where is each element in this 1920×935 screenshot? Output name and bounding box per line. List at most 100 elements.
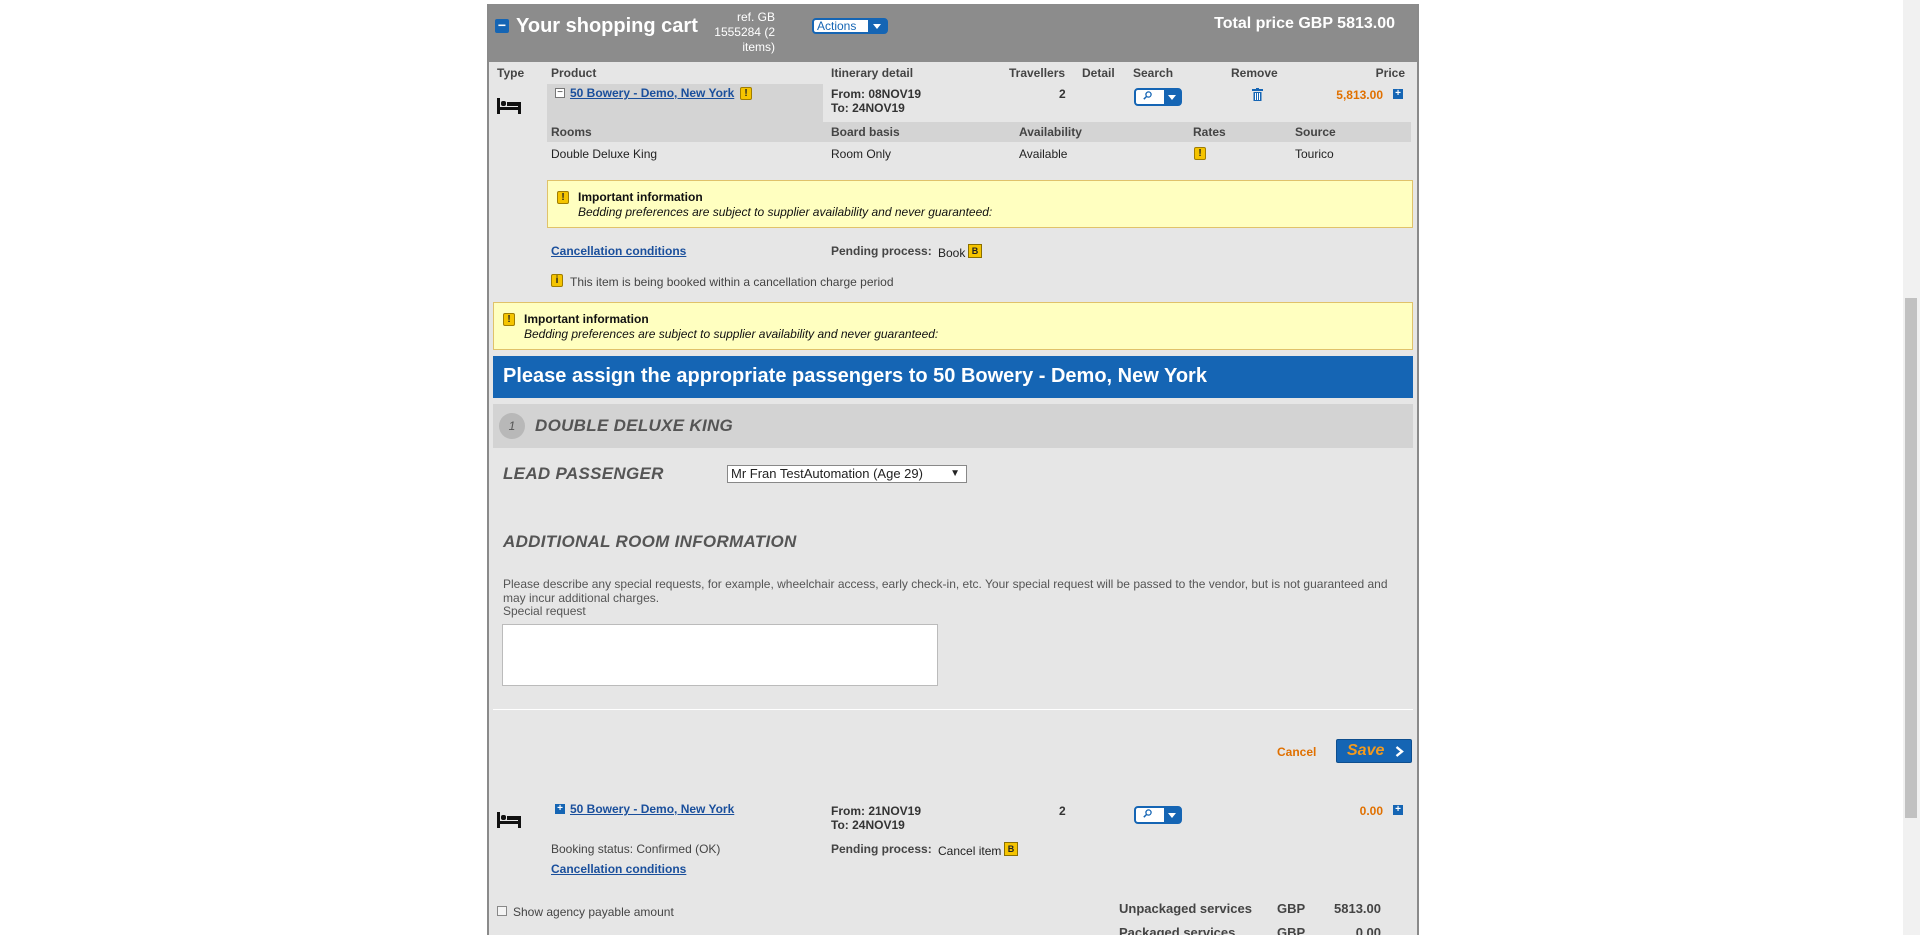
collapse-cart-icon[interactable]: − xyxy=(495,18,509,33)
actions-label: Actions xyxy=(817,19,857,33)
item2-pending-value: Cancel item xyxy=(938,844,1002,858)
room-name: Double Deluxe King xyxy=(551,147,658,161)
col-price: Price xyxy=(1375,66,1405,80)
item2-from: From: 21NOV19 xyxy=(831,804,922,818)
cart-reference: ref. GB 1555284 (2 items) xyxy=(685,10,775,55)
item2-product-link[interactable]: 50 Bowery - Demo, New York xyxy=(570,802,734,816)
item2-to: To: 24NOV19 xyxy=(831,818,905,832)
warning-icon: ! xyxy=(503,313,515,326)
save-button[interactable]: Save xyxy=(1336,739,1412,763)
item1-product-link[interactable]: 50 Bowery - Demo, New York xyxy=(570,86,734,100)
assign-title: Please assign the appropriate passengers… xyxy=(503,365,1207,387)
room-availability: Available xyxy=(1019,147,1068,161)
bed-icon xyxy=(497,812,521,828)
total-price: Total price GBP 5813.00 xyxy=(1214,15,1395,32)
ref-line-2: 1555284 (2 xyxy=(714,25,775,39)
packaged-label: Packaged services xyxy=(1119,925,1236,935)
item1-from: From: 08NOV19 xyxy=(831,87,922,101)
lead-passenger-label: LEAD PASSENGER xyxy=(503,464,664,483)
save-label: Save xyxy=(1347,742,1385,759)
rooms-header-row xyxy=(547,122,1411,142)
ref-line-1: ref. GB xyxy=(736,10,775,24)
agency-payable-checkbox[interactable] xyxy=(497,906,507,916)
item1-pending-label: Pending process: xyxy=(831,244,932,258)
col-product: Product xyxy=(551,66,597,80)
item2-price: 0.00 xyxy=(1359,804,1383,818)
shopping-cart-panel: − Your shopping cart ref. GB 1555284 (2 … xyxy=(487,4,1419,935)
important-info-note-2: ! Important information Bedding preferen… xyxy=(493,302,1413,350)
expand-price-icon[interactable]: + xyxy=(1393,805,1403,815)
collapse-item-icon[interactable]: − xyxy=(555,88,565,98)
item1-cancellation-link[interactable]: Cancellation conditions xyxy=(551,244,686,258)
divider xyxy=(493,709,1413,710)
rooms-col-availability: Availability xyxy=(1019,125,1082,139)
actions-dropdown[interactable]: Actions xyxy=(812,18,888,34)
agency-payable-label: Show agency payable amount xyxy=(513,905,674,919)
scrollbar-thumb[interactable] xyxy=(1905,298,1917,818)
room-type-heading: DOUBLE DELUXE KING xyxy=(535,416,734,435)
col-itinerary: Itinerary detail xyxy=(831,66,914,80)
lead-passenger-select[interactable]: Mr Fran TestAutomation (Age 29) ▼ xyxy=(727,465,967,483)
packaged-value: 0.00 xyxy=(1355,925,1381,935)
warning-icon: ! xyxy=(740,87,752,100)
special-request-label: Special request xyxy=(503,604,586,618)
special-request-textarea[interactable] xyxy=(502,624,938,686)
cart-header: − Your shopping cart ref. GB 1555284 (2 … xyxy=(489,4,1417,62)
important-info-note: ! Important information Bedding preferen… xyxy=(547,180,1413,228)
booking-process-icon: B xyxy=(1004,842,1018,856)
page-scrollbar[interactable] xyxy=(1903,0,1920,935)
item1-search-button[interactable] xyxy=(1134,88,1182,106)
note2-title: Important information xyxy=(524,312,649,326)
special-request-desc-2: may incur additional charges. xyxy=(503,591,660,605)
dropdown-arrow-icon: ▼ xyxy=(950,468,960,479)
note2-text: Bedding preferences are subject to suppl… xyxy=(524,327,939,341)
col-type: Type xyxy=(497,66,525,80)
chevron-down-icon xyxy=(1164,808,1180,822)
chevron-right-icon xyxy=(1395,746,1404,757)
item1-price: 5,813.00 xyxy=(1336,88,1383,102)
bed-icon xyxy=(497,98,521,114)
item2-search-button[interactable] xyxy=(1134,806,1182,824)
assign-passengers-banner: Please assign the appropriate passengers… xyxy=(493,356,1413,398)
item2-booking-status: Booking status: Confirmed (OK) xyxy=(551,842,721,856)
charge-period-note: This item is being booked within a cance… xyxy=(570,275,894,289)
expand-price-icon[interactable]: + xyxy=(1393,89,1403,99)
room-source: Tourico xyxy=(1295,147,1334,161)
expand-item-icon[interactable]: + xyxy=(555,804,565,814)
item1-travellers: 2 xyxy=(1059,87,1066,101)
note-text: Bedding preferences are subject to suppl… xyxy=(578,205,993,219)
ref-line-3: items) xyxy=(742,40,775,54)
cancel-button[interactable]: Cancel xyxy=(1277,745,1316,759)
additional-room-info-heading: ADDITIONAL ROOM INFORMATION xyxy=(503,532,797,551)
item2-pending-label: Pending process: xyxy=(831,842,932,856)
warning-icon: ! xyxy=(557,191,569,204)
trash-icon[interactable] xyxy=(1252,88,1263,101)
rooms-col-rates: Rates xyxy=(1193,125,1226,139)
item1-to: To: 24NOV19 xyxy=(831,101,905,115)
chevron-down-icon xyxy=(868,20,886,32)
room-board: Room Only xyxy=(831,147,892,161)
packaged-currency: GBP xyxy=(1277,925,1306,935)
chevron-down-icon xyxy=(1164,90,1180,104)
col-search: Search xyxy=(1133,66,1174,80)
item2-travellers: 2 xyxy=(1059,804,1066,818)
unpackaged-value: 5813.00 xyxy=(1334,901,1381,916)
rates-warning-icon[interactable]: ! xyxy=(1194,147,1206,160)
rooms-col-board: Board basis xyxy=(831,125,900,139)
search-icon xyxy=(1143,809,1152,818)
cart-title: Your shopping cart xyxy=(516,15,698,37)
booking-process-icon: B xyxy=(968,244,982,258)
col-travellers: Travellers xyxy=(1009,66,1066,80)
room-band: 1 DOUBLE DELUXE KING xyxy=(493,404,1413,448)
item2-cancellation-link[interactable]: Cancellation conditions xyxy=(551,862,686,876)
rooms-col-source: Source xyxy=(1295,125,1336,139)
col-detail: Detail xyxy=(1082,66,1115,80)
search-icon xyxy=(1143,91,1152,100)
unpackaged-currency: GBP xyxy=(1277,901,1306,916)
note-title: Important information xyxy=(578,190,703,204)
special-request-desc-1: Please describe any special requests, fo… xyxy=(503,577,1388,591)
item1-pending-value: Book xyxy=(938,246,966,260)
unpackaged-label: Unpackaged services xyxy=(1119,901,1252,916)
lead-passenger-value: Mr Fran TestAutomation (Age 29) xyxy=(731,466,923,481)
rooms-col-rooms: Rooms xyxy=(551,125,592,139)
